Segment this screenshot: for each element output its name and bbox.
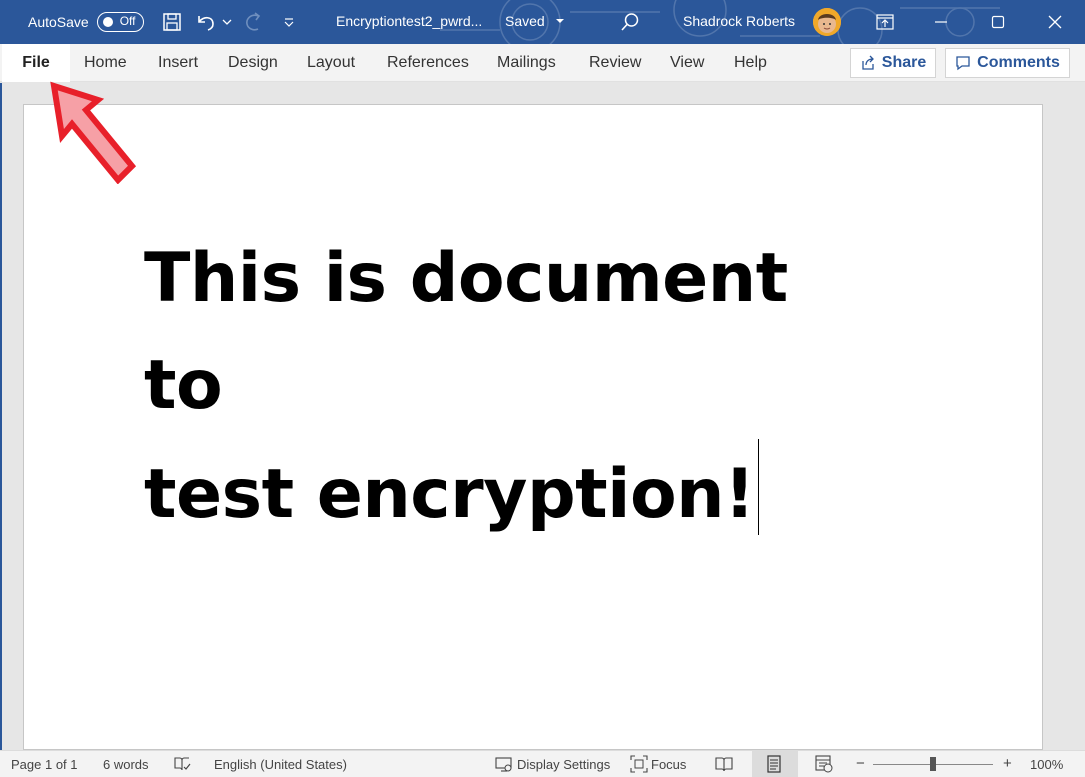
proofing-icon[interactable] xyxy=(173,755,191,773)
print-layout-icon[interactable] xyxy=(765,755,783,773)
display-settings-icon xyxy=(495,757,512,772)
tab-view[interactable]: View xyxy=(670,44,704,82)
status-bar: Page 1 of 1 6 words English (United Stat… xyxy=(0,750,1085,777)
zoom-in-button[interactable]: + xyxy=(1003,755,1012,772)
autosave-state: Off xyxy=(119,14,136,28)
window-left-edge xyxy=(0,83,2,750)
display-settings-button[interactable]: Display Settings xyxy=(517,757,610,772)
title-bar: AutoSave Off Encryptiontest2_pwrd... Sav… xyxy=(0,0,1085,44)
document-line: test encryption! xyxy=(144,455,755,534)
toggle-knob xyxy=(102,16,113,27)
redo-icon[interactable] xyxy=(243,11,265,33)
document-title[interactable]: Encryptiontest2_pwrd... xyxy=(336,13,482,29)
maximize-icon[interactable] xyxy=(970,0,1026,44)
save-icon[interactable] xyxy=(161,11,183,33)
zoom-level[interactable]: 100% xyxy=(1030,757,1063,772)
user-name[interactable]: Shadrock Roberts xyxy=(683,13,795,29)
tab-design[interactable]: Design xyxy=(228,44,278,82)
minimize-icon[interactable] xyxy=(913,0,969,44)
ribbon-tabs: File Home Insert Design Layout Reference… xyxy=(0,44,1085,82)
focus-icon xyxy=(630,755,648,773)
search-icon[interactable] xyxy=(619,11,641,33)
tab-references[interactable]: References xyxy=(387,44,469,82)
focus-button[interactable]: Focus xyxy=(651,757,686,772)
share-label: Share xyxy=(881,54,927,71)
document-page[interactable]: This is document to test encryption! xyxy=(23,104,1043,750)
annotation-arrow-icon xyxy=(50,81,137,184)
autosave-toggle[interactable]: Off xyxy=(96,12,144,32)
word-count[interactable]: 6 words xyxy=(103,757,149,772)
ribbon-display-options-icon[interactable] xyxy=(857,0,913,44)
user-avatar[interactable] xyxy=(813,8,841,36)
text-cursor xyxy=(757,439,759,535)
tab-review[interactable]: Review xyxy=(589,44,641,82)
language-status[interactable]: English (United States) xyxy=(214,757,347,772)
share-icon xyxy=(862,55,874,70)
comments-button[interactable]: Comments xyxy=(945,48,1070,78)
tab-home[interactable]: Home xyxy=(84,44,127,82)
document-line-2: test encryption! xyxy=(144,439,864,548)
tab-help[interactable]: Help xyxy=(734,44,767,82)
document-body[interactable]: This is document to test encryption! xyxy=(144,225,864,548)
customize-toolbar-icon[interactable] xyxy=(280,11,298,33)
saved-label: Saved xyxy=(505,13,545,29)
share-button[interactable]: Share xyxy=(850,48,936,78)
close-icon[interactable] xyxy=(1027,0,1083,44)
saved-status[interactable]: Saved xyxy=(505,13,565,29)
saved-chevron-icon xyxy=(555,19,564,23)
document-line: This is document to xyxy=(144,239,788,425)
tab-file[interactable]: File xyxy=(2,44,70,82)
tab-layout[interactable]: Layout xyxy=(307,44,355,82)
comments-label: Comments xyxy=(977,54,1060,71)
zoom-slider-handle[interactable] xyxy=(930,757,936,771)
web-layout-icon[interactable] xyxy=(815,755,833,773)
zoom-out-button[interactable]: − xyxy=(856,755,865,772)
undo-icon[interactable] xyxy=(195,11,217,33)
tab-insert[interactable]: Insert xyxy=(158,44,198,82)
read-mode-icon[interactable] xyxy=(715,755,733,773)
undo-dropdown-icon[interactable] xyxy=(220,11,234,33)
tab-mailings[interactable]: Mailings xyxy=(497,44,556,82)
autosave-label: AutoSave xyxy=(28,14,89,30)
comments-icon xyxy=(956,56,970,71)
page-count[interactable]: Page 1 of 1 xyxy=(11,757,78,772)
